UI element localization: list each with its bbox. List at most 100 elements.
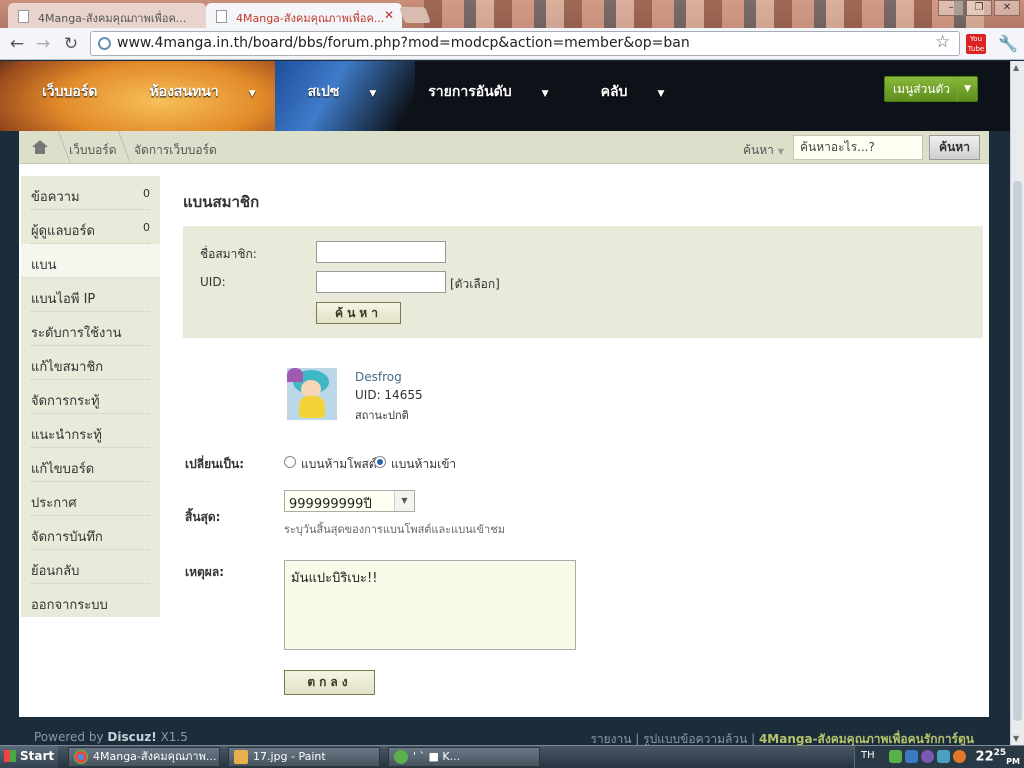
chevron-down-icon: ▼ (369, 89, 377, 99)
browser-tab-2-active[interactable]: 4Manga-สังคมคุณภาพเพื่อค... ✕ (206, 3, 402, 28)
reason-label: เหตุผล: (185, 565, 224, 579)
site-search-input[interactable]: ค้นหาอะไร...? (793, 135, 923, 160)
page-scrollbar[interactable]: ▲ ▼ (1010, 61, 1024, 745)
sidebar-item-logout[interactable]: ออกจากระบบ (31, 584, 150, 618)
nav-item-chatroom[interactable]: ห้องสนทนา ▼ (149, 81, 281, 103)
site-search-button[interactable]: ค้นหา (929, 135, 980, 160)
home-icon[interactable] (32, 140, 48, 154)
uid-label: UID: (200, 275, 226, 289)
scrollbar-thumb[interactable] (1013, 181, 1022, 721)
bookmark-star-icon[interactable]: ☆ (935, 32, 950, 52)
taskbar-item-chrome[interactable]: 4Manga-สังคมคุณภาพ... (68, 747, 220, 767)
discuz-link[interactable]: Discuz! (107, 730, 156, 744)
member-uid: UID: 14655 (355, 388, 423, 402)
uid-optional-hint: [ตัวเลือก] (450, 277, 500, 291)
nav-item-space[interactable]: สเปซ ▼ (308, 81, 403, 103)
sidebar-item-announcements[interactable]: ประกาศ (31, 482, 150, 516)
sidebar-item-moderators[interactable]: ผู้ดูแลบอร์ด 0 (31, 210, 150, 244)
tab-title: 4Manga-สังคมคุณภาพเพื่อค... (236, 12, 385, 25)
footer-link-report[interactable]: รายงาน (590, 732, 631, 746)
sidebar-item-ban-ip[interactable]: แบนไอพี IP (31, 278, 150, 312)
scroll-down-icon[interactable]: ▼ (1013, 734, 1019, 743)
close-tab-icon[interactable]: ✕ (384, 8, 394, 22)
reload-icon[interactable]: ↻ (60, 33, 82, 55)
moderator-sidebar: ข้อความ 0 ผู้ดูแลบอร์ด 0 แบน แบนไอพี IP ระ… (21, 176, 160, 617)
sidebar-item-manage-threads[interactable]: จัดการกระทู้ (31, 380, 150, 414)
member-name-link[interactable]: Desfrog (355, 370, 402, 384)
avatar (287, 368, 337, 420)
page-icon (18, 10, 29, 23)
tray-app-icon[interactable] (921, 750, 934, 763)
nav-item-club[interactable]: คลับ ▼ (601, 81, 691, 103)
chevron-down-icon: ▼ (957, 77, 971, 101)
submit-button[interactable]: ตกลง (284, 670, 375, 695)
sidebar-item-edit-board[interactable]: แก้ไขบอร์ด (31, 448, 150, 482)
tray-volume-icon[interactable] (937, 750, 950, 763)
username-field[interactable] (316, 241, 446, 263)
sidebar-item-label: ประกาศ (31, 496, 77, 511)
taskbar-item-label: 17.jpg - Paint (253, 750, 326, 763)
search-scope-dropdown[interactable]: ค้นหา ▼ (743, 141, 784, 160)
ban-post-radio[interactable] (284, 456, 296, 468)
site-banner: เว็บบอร์ด ห้องสนทนา ▼ สเปซ ▼ รายการอันดับ ▼… (0, 61, 1010, 131)
sidebar-item-manage-logs[interactable]: จัดการบันทึก (31, 516, 150, 550)
nav-item-webboard[interactable]: เว็บบอร์ด (42, 81, 123, 103)
footer-site-name[interactable]: 4Manga-สังคมคุณภาพเพื่อคนรักการ์ตูน (759, 732, 974, 746)
browser-title-bar: 4Manga-สังคมคุณภาพเพื่อค... 4Manga-สังคม… (0, 0, 1024, 28)
os-taskbar: Start 4Manga-สังคมคุณภาพ... 17.jpg - Pai… (0, 745, 1024, 768)
sidebar-item-label: ผู้ดูแลบอร์ด (31, 224, 95, 239)
ban-access-radio[interactable] (374, 456, 386, 468)
avatar-umbrella (287, 368, 303, 382)
sidebar-item-ban[interactable]: แบน (21, 244, 160, 278)
username-label: ชื่อสมาชิก: (200, 247, 257, 261)
tray-network-icon[interactable] (905, 750, 918, 763)
forward-arrow-icon[interactable]: → (32, 33, 54, 55)
chevron-down-icon: ▼ (777, 147, 784, 156)
sidebar-item-usage-level[interactable]: ระดับการใช้งาน (31, 312, 150, 346)
sidebar-item-recommend-threads[interactable]: แนะนำกระทู้ (31, 414, 150, 448)
ban-post-label[interactable]: แบนห้ามโพสต์ (301, 455, 377, 474)
footer-link-plaintext[interactable]: รูปแบบข้อความล้วน (643, 732, 747, 746)
sidebar-item-back[interactable]: ย้อนกลับ (31, 550, 150, 584)
tray-update-icon[interactable] (953, 750, 966, 763)
breadcrumb-item-webboard[interactable]: เว็บบอร์ด (69, 141, 117, 160)
chrome-icon (74, 750, 88, 764)
sidebar-item-label: จัดการกระทู้ (31, 394, 100, 409)
url-text: www.4manga.in.th/board/bbs/forum.php?mod… (117, 35, 690, 51)
address-bar[interactable]: www.4manga.in.th/board/bbs/forum.php?mod… (90, 31, 960, 56)
personal-menu-button[interactable]: เมนูส่วนตัว ▼ (884, 76, 978, 102)
titlebar-background-art (424, 0, 984, 28)
browser-toolbar: ← → ↻ www.4manga.in.th/board/bbs/forum.p… (0, 28, 1024, 60)
breadcrumb-item-manage[interactable]: จัดการเว็บบอร์ด (134, 141, 217, 160)
scroll-up-icon[interactable]: ▲ (1013, 63, 1019, 72)
start-button[interactable]: Start (0, 746, 58, 768)
clock[interactable]: 2225PM (976, 748, 1020, 766)
sidebar-item-edit-member[interactable]: แก้ไขสมาชิก (31, 346, 150, 380)
member-search-button[interactable]: ค้นหา (316, 302, 401, 324)
maximize-icon[interactable]: ❐ (966, 0, 992, 16)
site-footer: Powered by Discuz! X1.5 รายงาน | รูปแบบข… (0, 717, 1010, 746)
chevron-down-icon[interactable]: ▼ (394, 491, 414, 511)
uid-field[interactable] (316, 271, 446, 293)
expiry-select[interactable]: 999999999ปี ▼ (284, 490, 415, 512)
youtube-extension-icon[interactable]: You Tube (966, 34, 986, 54)
sidebar-item-messages[interactable]: ข้อความ 0 (31, 176, 150, 210)
nav-item-ranking[interactable]: รายการอันดับ ▼ (428, 81, 574, 103)
browser-tab-1[interactable]: 4Manga-สังคมคุณภาพเพื่อค... (8, 3, 206, 28)
reason-textarea[interactable]: มันแปะบิริเบะ!! (284, 560, 576, 650)
nav-label: ห้องสนทนา (149, 84, 219, 100)
powered-by-text: Powered by (34, 730, 104, 744)
minimize-icon[interactable]: – (938, 0, 964, 16)
page-icon (216, 10, 227, 23)
back-arrow-icon[interactable]: ← (6, 33, 28, 55)
new-tab-button[interactable] (399, 7, 431, 23)
sidebar-item-label: ระดับการใช้งาน (31, 326, 122, 341)
nav-label: สเปซ (307, 84, 340, 100)
tray-messenger-icon[interactable] (889, 750, 902, 763)
ban-access-label[interactable]: แบนห้ามเข้า (391, 455, 456, 474)
wrench-menu-icon[interactable]: 🔧 (998, 34, 1018, 53)
taskbar-item-paint[interactable]: 17.jpg - Paint (228, 747, 380, 767)
language-indicator[interactable]: TH (861, 750, 875, 761)
taskbar-item-messenger[interactable]: ' ` ■ K... (388, 747, 540, 767)
close-window-icon[interactable]: ✕ (994, 0, 1020, 16)
